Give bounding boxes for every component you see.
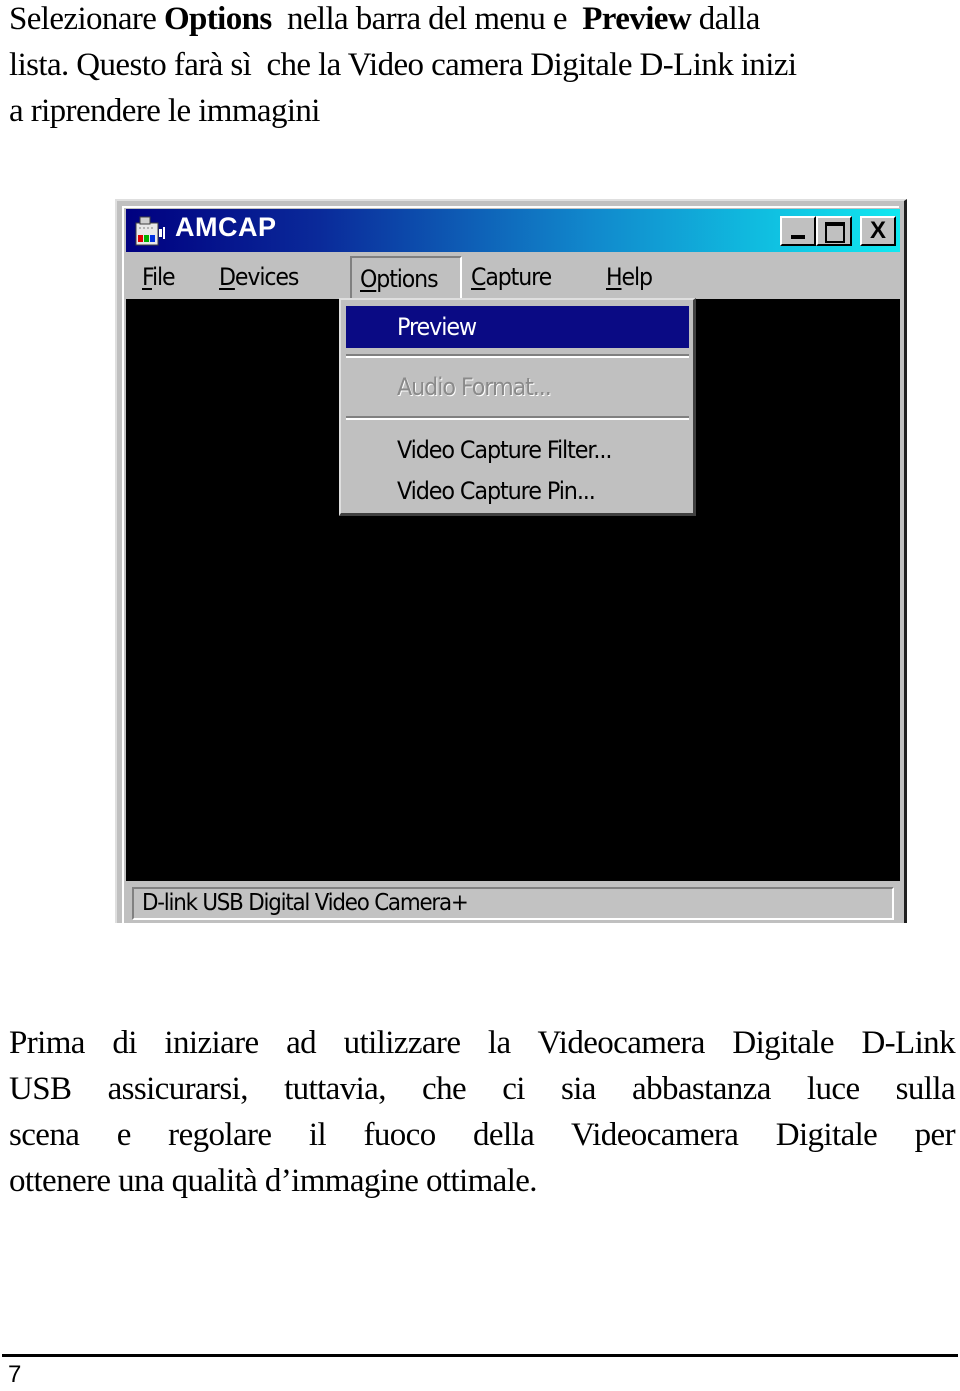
- menu-separator: [346, 354, 689, 358]
- body-line: USB assicurarsi, tuttavia, che ci sia ab…: [9, 1071, 956, 1107]
- preview-emphasis: Preview: [582, 1, 692, 37]
- menu-item-label: Preview: [397, 313, 477, 341]
- minimize-button[interactable]: [780, 216, 816, 246]
- menu-item-video-capture-filter[interactable]: Video Capture Filter...: [346, 430, 689, 470]
- title-bar[interactable]: AMCAP X: [126, 209, 900, 252]
- menu-help[interactable]: Help: [606, 260, 654, 296]
- intro-text: Selezionare: [9, 1, 164, 37]
- menu-item-label: Video Capture Filter...: [397, 436, 612, 464]
- body-line: ottenere una qualità d’immagine ottimale…: [9, 1163, 538, 1199]
- footer-rule: [2, 1354, 958, 1357]
- menu-options-text: Options: [360, 258, 439, 300]
- menu-accel: C: [471, 263, 486, 291]
- body-line: scena e regolare il fuoco della Videocam…: [9, 1117, 956, 1153]
- amcap-camera-icon: [135, 216, 165, 246]
- intro-text: nella barra del menu e: [271, 1, 583, 37]
- menu-options[interactable]: Options: [350, 256, 462, 298]
- menu-accel: D: [219, 263, 236, 291]
- close-icon: X: [869, 217, 886, 244]
- menu-item-audio-format: Audio Format...: [346, 367, 689, 407]
- menu-label: ile: [151, 263, 176, 291]
- menu-item-label: Video Capture Pin...: [397, 477, 596, 505]
- maximize-button[interactable]: [816, 216, 852, 246]
- menu-devices[interactable]: Devices: [219, 260, 299, 296]
- status-text: D-link USB Digital Video Camera+: [142, 890, 469, 916]
- page-number: 7: [8, 1361, 22, 1388]
- menu-file[interactable]: File: [142, 260, 176, 296]
- menu-accel: H: [606, 263, 623, 291]
- status-bar: D-link USB Digital Video Camera+: [126, 883, 900, 923]
- menu-label: evices: [234, 263, 299, 291]
- menu-bar: File Devices Options Capture Help: [126, 253, 900, 299]
- body-line: Prima di iniziare ad utilizzare la Video…: [9, 1025, 956, 1061]
- close-button[interactable]: X: [860, 216, 896, 246]
- menu-label: ptions: [376, 265, 438, 293]
- menu-label: elp: [621, 263, 654, 291]
- intro-line-2: lista. Questo farà sì che la Video camer…: [9, 47, 797, 83]
- minimize-icon: [791, 235, 805, 239]
- intro-paragraph: Selezionare Options nella barra del menu…: [9, 0, 955, 134]
- menu-label: apture: [485, 263, 552, 291]
- options-dropdown-menu: Preview Audio Format... Video Capture Fi…: [339, 298, 696, 516]
- menu-accel: O: [360, 265, 377, 293]
- status-field: D-link USB Digital Video Camera+: [132, 887, 894, 920]
- intro-line-1: Selezionare Options nella barra del menu…: [9, 0, 955, 42]
- menu-capture[interactable]: Capture: [471, 260, 552, 296]
- menu-item-video-capture-pin[interactable]: Video Capture Pin...: [346, 471, 689, 511]
- menu-item-preview[interactable]: Preview: [346, 306, 689, 348]
- window-title: AMCAP: [175, 212, 277, 242]
- menu-separator: [346, 416, 689, 420]
- intro-text: dalla: [691, 1, 761, 37]
- options-emphasis: Options: [163, 1, 272, 37]
- intro-line-3: a riprendere le immagini: [9, 93, 320, 129]
- menu-accel: F: [142, 263, 153, 291]
- maximize-icon: [825, 222, 845, 243]
- menu-item-label: Audio Format...: [397, 373, 552, 401]
- body-paragraph: Prima di iniziare ad utilizzare la Video…: [9, 1020, 956, 1204]
